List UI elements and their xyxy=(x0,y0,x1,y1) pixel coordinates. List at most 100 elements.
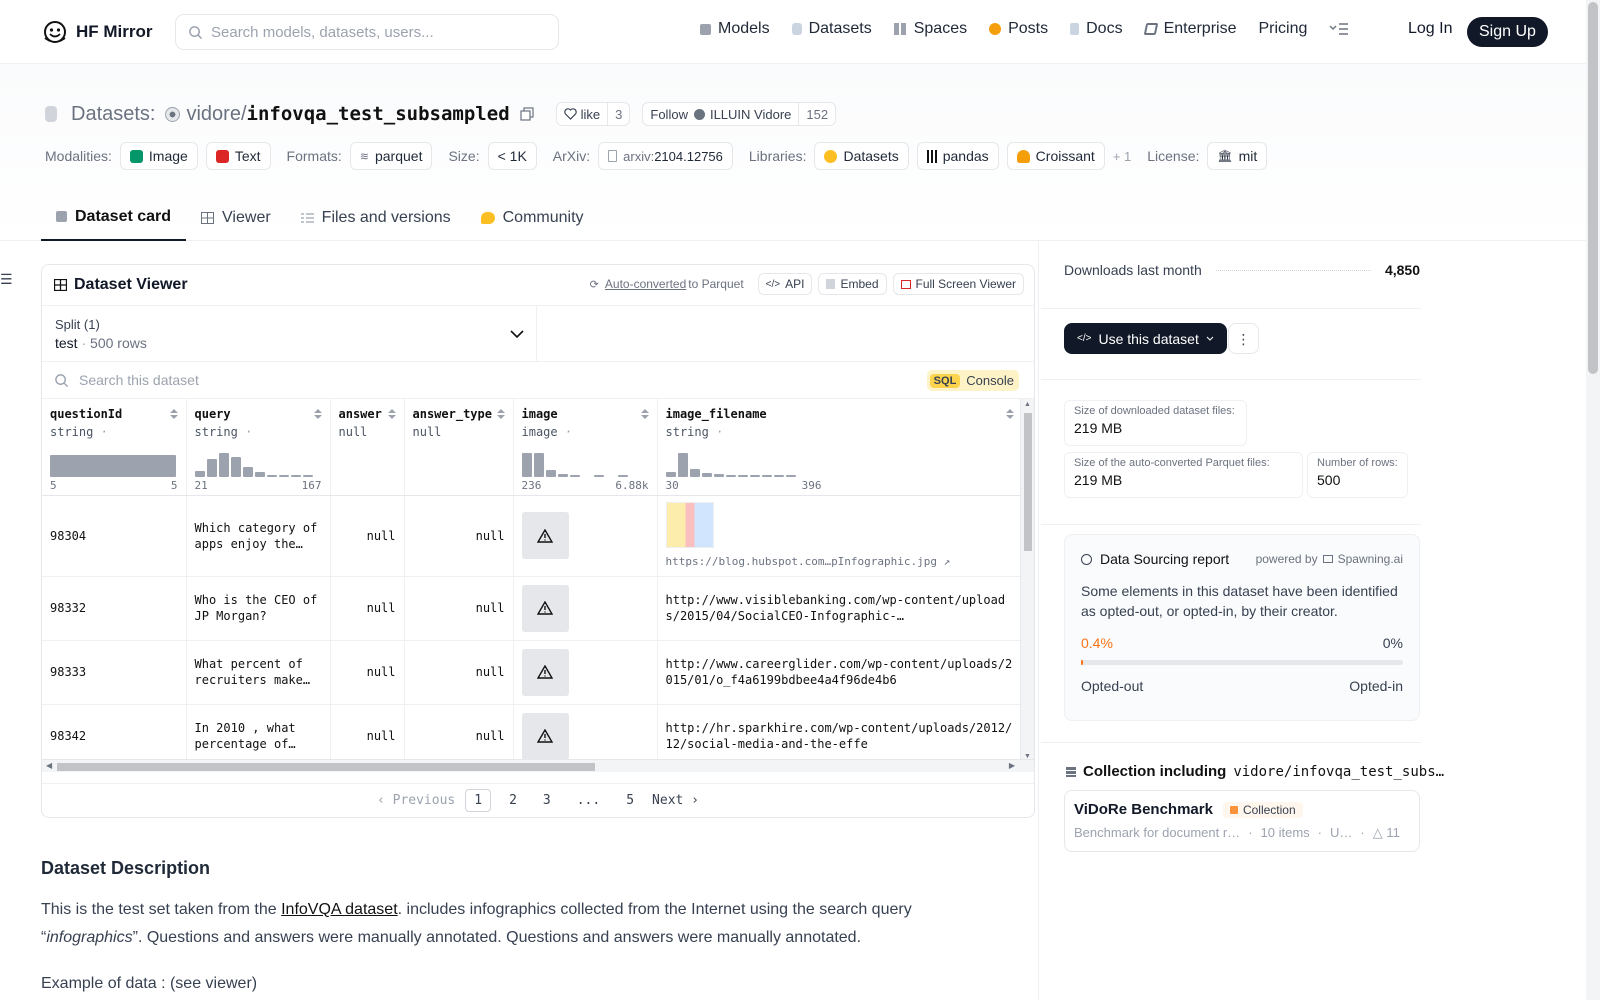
tab-dataset-card[interactable]: Dataset card xyxy=(41,194,187,241)
cell-image-filename[interactable]: http://www.visiblebanking.com/wp-content… xyxy=(657,576,1023,641)
histogram-bar[interactable] xyxy=(50,454,176,477)
sort-icon[interactable] xyxy=(640,408,650,420)
sort-icon[interactable] xyxy=(313,408,323,420)
cell-question-id[interactable]: 98304 xyxy=(42,495,187,577)
histogram-bar[interactable] xyxy=(194,470,205,477)
histogram-bar[interactable] xyxy=(737,474,748,477)
cell-image[interactable] xyxy=(513,704,658,762)
image-url[interactable]: http://hr.sparkhire.com/wp-content/uploa… xyxy=(666,720,1014,752)
histogram-bar[interactable] xyxy=(254,471,265,477)
table-scroll-area[interactable]: questionId string · 5 5 query string · 21 1… xyxy=(42,399,1034,762)
column-header-answer-type[interactable]: answer_type null xyxy=(404,399,514,496)
tag-size[interactable]: < 1K xyxy=(487,142,537,170)
histogram-bar[interactable] xyxy=(677,452,688,477)
nav-pricing[interactable]: Pricing xyxy=(1258,20,1307,38)
histogram-bar[interactable] xyxy=(701,472,712,477)
cell-question-id[interactable]: 98332 xyxy=(42,576,187,641)
cell-question-id[interactable]: 98342 xyxy=(42,704,187,762)
page-scroll-thumb[interactable] xyxy=(1588,2,1598,374)
sort-icon[interactable] xyxy=(496,408,506,420)
tag-arxiv[interactable]: arxiv: 2104.12756 xyxy=(598,142,733,170)
copy-icon[interactable] xyxy=(520,107,534,121)
sort-icon[interactable] xyxy=(387,408,397,420)
cell-image[interactable] xyxy=(513,640,658,705)
fullscreen-button[interactable]: Full Screen Viewer xyxy=(892,273,1024,295)
dataset-name[interactable]: infovqa_test_subsampled xyxy=(247,103,510,125)
global-search-input[interactable] xyxy=(211,23,541,41)
cell-answer[interactable]: null xyxy=(330,495,405,577)
histogram-bar[interactable] xyxy=(785,474,796,477)
tag-parquet[interactable]: ≋ parquet xyxy=(349,142,433,170)
sort-icon[interactable] xyxy=(1005,408,1015,420)
histogram-bar[interactable] xyxy=(713,473,724,477)
nav-enterprise[interactable]: Enterprise xyxy=(1143,20,1236,38)
tab-files[interactable]: Files and versions xyxy=(286,194,466,241)
image-thumbnail[interactable] xyxy=(665,501,714,548)
histogram-bar[interactable] xyxy=(725,474,736,477)
histogram-bar[interactable] xyxy=(689,468,700,477)
column-header-query[interactable]: query string · 21 167 xyxy=(186,399,331,496)
table-row[interactable]: 98342 In 2010 , what percentage of… null… xyxy=(42,704,1023,762)
api-button[interactable]: </> API xyxy=(757,273,813,295)
sql-console-button[interactable]: SQL Console xyxy=(926,370,1019,391)
histogram-bar[interactable] xyxy=(266,474,277,477)
histogram-bar[interactable] xyxy=(665,471,676,477)
histogram-bar[interactable] xyxy=(242,466,253,477)
embed-button[interactable]: Embed xyxy=(818,273,887,295)
page-3[interactable]: 3 xyxy=(535,790,559,811)
global-search[interactable] xyxy=(175,14,559,50)
broken-image-placeholder[interactable] xyxy=(521,648,569,696)
image-url[interactable]: http://www.careerglider.com/wp-content/u… xyxy=(666,656,1014,688)
nav-posts[interactable]: Posts xyxy=(989,20,1048,38)
cell-query[interactable]: Who is the CEO of JP Morgan? xyxy=(186,576,331,641)
powered-by[interactable]: powered by Spawning.ai xyxy=(1256,552,1403,566)
use-dataset-button[interactable]: </> Use this dataset xyxy=(1064,323,1227,354)
split-selector[interactable]: Split (1) test · 500 rows xyxy=(42,306,537,361)
histogram-bar[interactable] xyxy=(749,474,760,477)
histogram-bar[interactable] xyxy=(230,456,241,477)
histogram-bar[interactable] xyxy=(761,474,772,477)
nav-datasets[interactable]: Datasets xyxy=(791,20,872,38)
cell-answer-type[interactable]: null xyxy=(404,704,514,762)
signup-button[interactable]: Sign Up xyxy=(1467,17,1548,47)
sort-icon[interactable] xyxy=(169,408,179,420)
image-url[interactable]: https://blog.hubspot.com…pInfographic.jp… xyxy=(666,555,938,568)
cell-image-filename[interactable]: https://blog.hubspot.com…pInfographic.jp… xyxy=(657,495,1023,577)
table-row[interactable]: 98304 Which category of apps enjoy the… … xyxy=(42,495,1023,577)
libraries-more[interactable]: + 1 xyxy=(1113,149,1131,164)
page-2[interactable]: 2 xyxy=(501,790,525,811)
cell-image[interactable] xyxy=(513,495,658,577)
column-header-image[interactable]: image image · 236 6.88k xyxy=(513,399,658,496)
cell-question-id[interactable]: 98333 xyxy=(42,640,187,705)
table-row[interactable]: 98333 What percent of recruiters make… n… xyxy=(42,640,1023,705)
nav-spaces[interactable]: Spaces xyxy=(893,20,967,38)
histogram-bar[interactable] xyxy=(569,474,580,477)
page-5[interactable]: 5 xyxy=(618,790,642,811)
histogram-bar[interactable] xyxy=(617,474,628,477)
next-button[interactable]: Next › xyxy=(652,793,699,808)
follow-button[interactable]: Follow ILLUIN Vidore 152 xyxy=(642,102,837,126)
column-header-image-filename[interactable]: image_filename string · 30 396 xyxy=(657,399,1023,496)
cell-answer-type[interactable]: null xyxy=(404,576,514,641)
collection-card[interactable]: ViDoRe Benchmark Collection Benchmark for… xyxy=(1064,790,1420,852)
broken-image-placeholder[interactable] xyxy=(521,584,569,632)
tab-viewer[interactable]: Viewer xyxy=(186,194,286,241)
histogram-bar[interactable] xyxy=(773,474,784,477)
histogram-bar[interactable] xyxy=(290,474,301,477)
cell-query[interactable]: What percent of recruiters make… xyxy=(186,640,331,705)
horizontal-scroll-thumb[interactable] xyxy=(57,763,595,771)
tag-datasets-lib[interactable]: Datasets xyxy=(814,142,909,170)
dataset-owner[interactable]: vidore xyxy=(186,103,240,126)
histogram-bar[interactable] xyxy=(278,474,289,477)
histogram-bar[interactable] xyxy=(557,473,568,477)
cell-answer-type[interactable]: null xyxy=(404,640,514,705)
table-row[interactable]: 98332 Who is the CEO of JP Morgan? null … xyxy=(42,576,1023,641)
tag-text[interactable]: Text xyxy=(205,142,271,170)
section-label[interactable]: Datasets: xyxy=(71,103,155,126)
infovqa-link[interactable]: InfoVQA dataset xyxy=(281,901,398,918)
histogram-bar[interactable] xyxy=(545,469,556,477)
histogram-bar[interactable] xyxy=(302,474,313,477)
dataset-search[interactable]: Search this dataset SQL Console xyxy=(42,362,1034,399)
page-1[interactable]: 1 xyxy=(465,789,492,812)
broken-image-placeholder[interactable] xyxy=(521,512,569,559)
